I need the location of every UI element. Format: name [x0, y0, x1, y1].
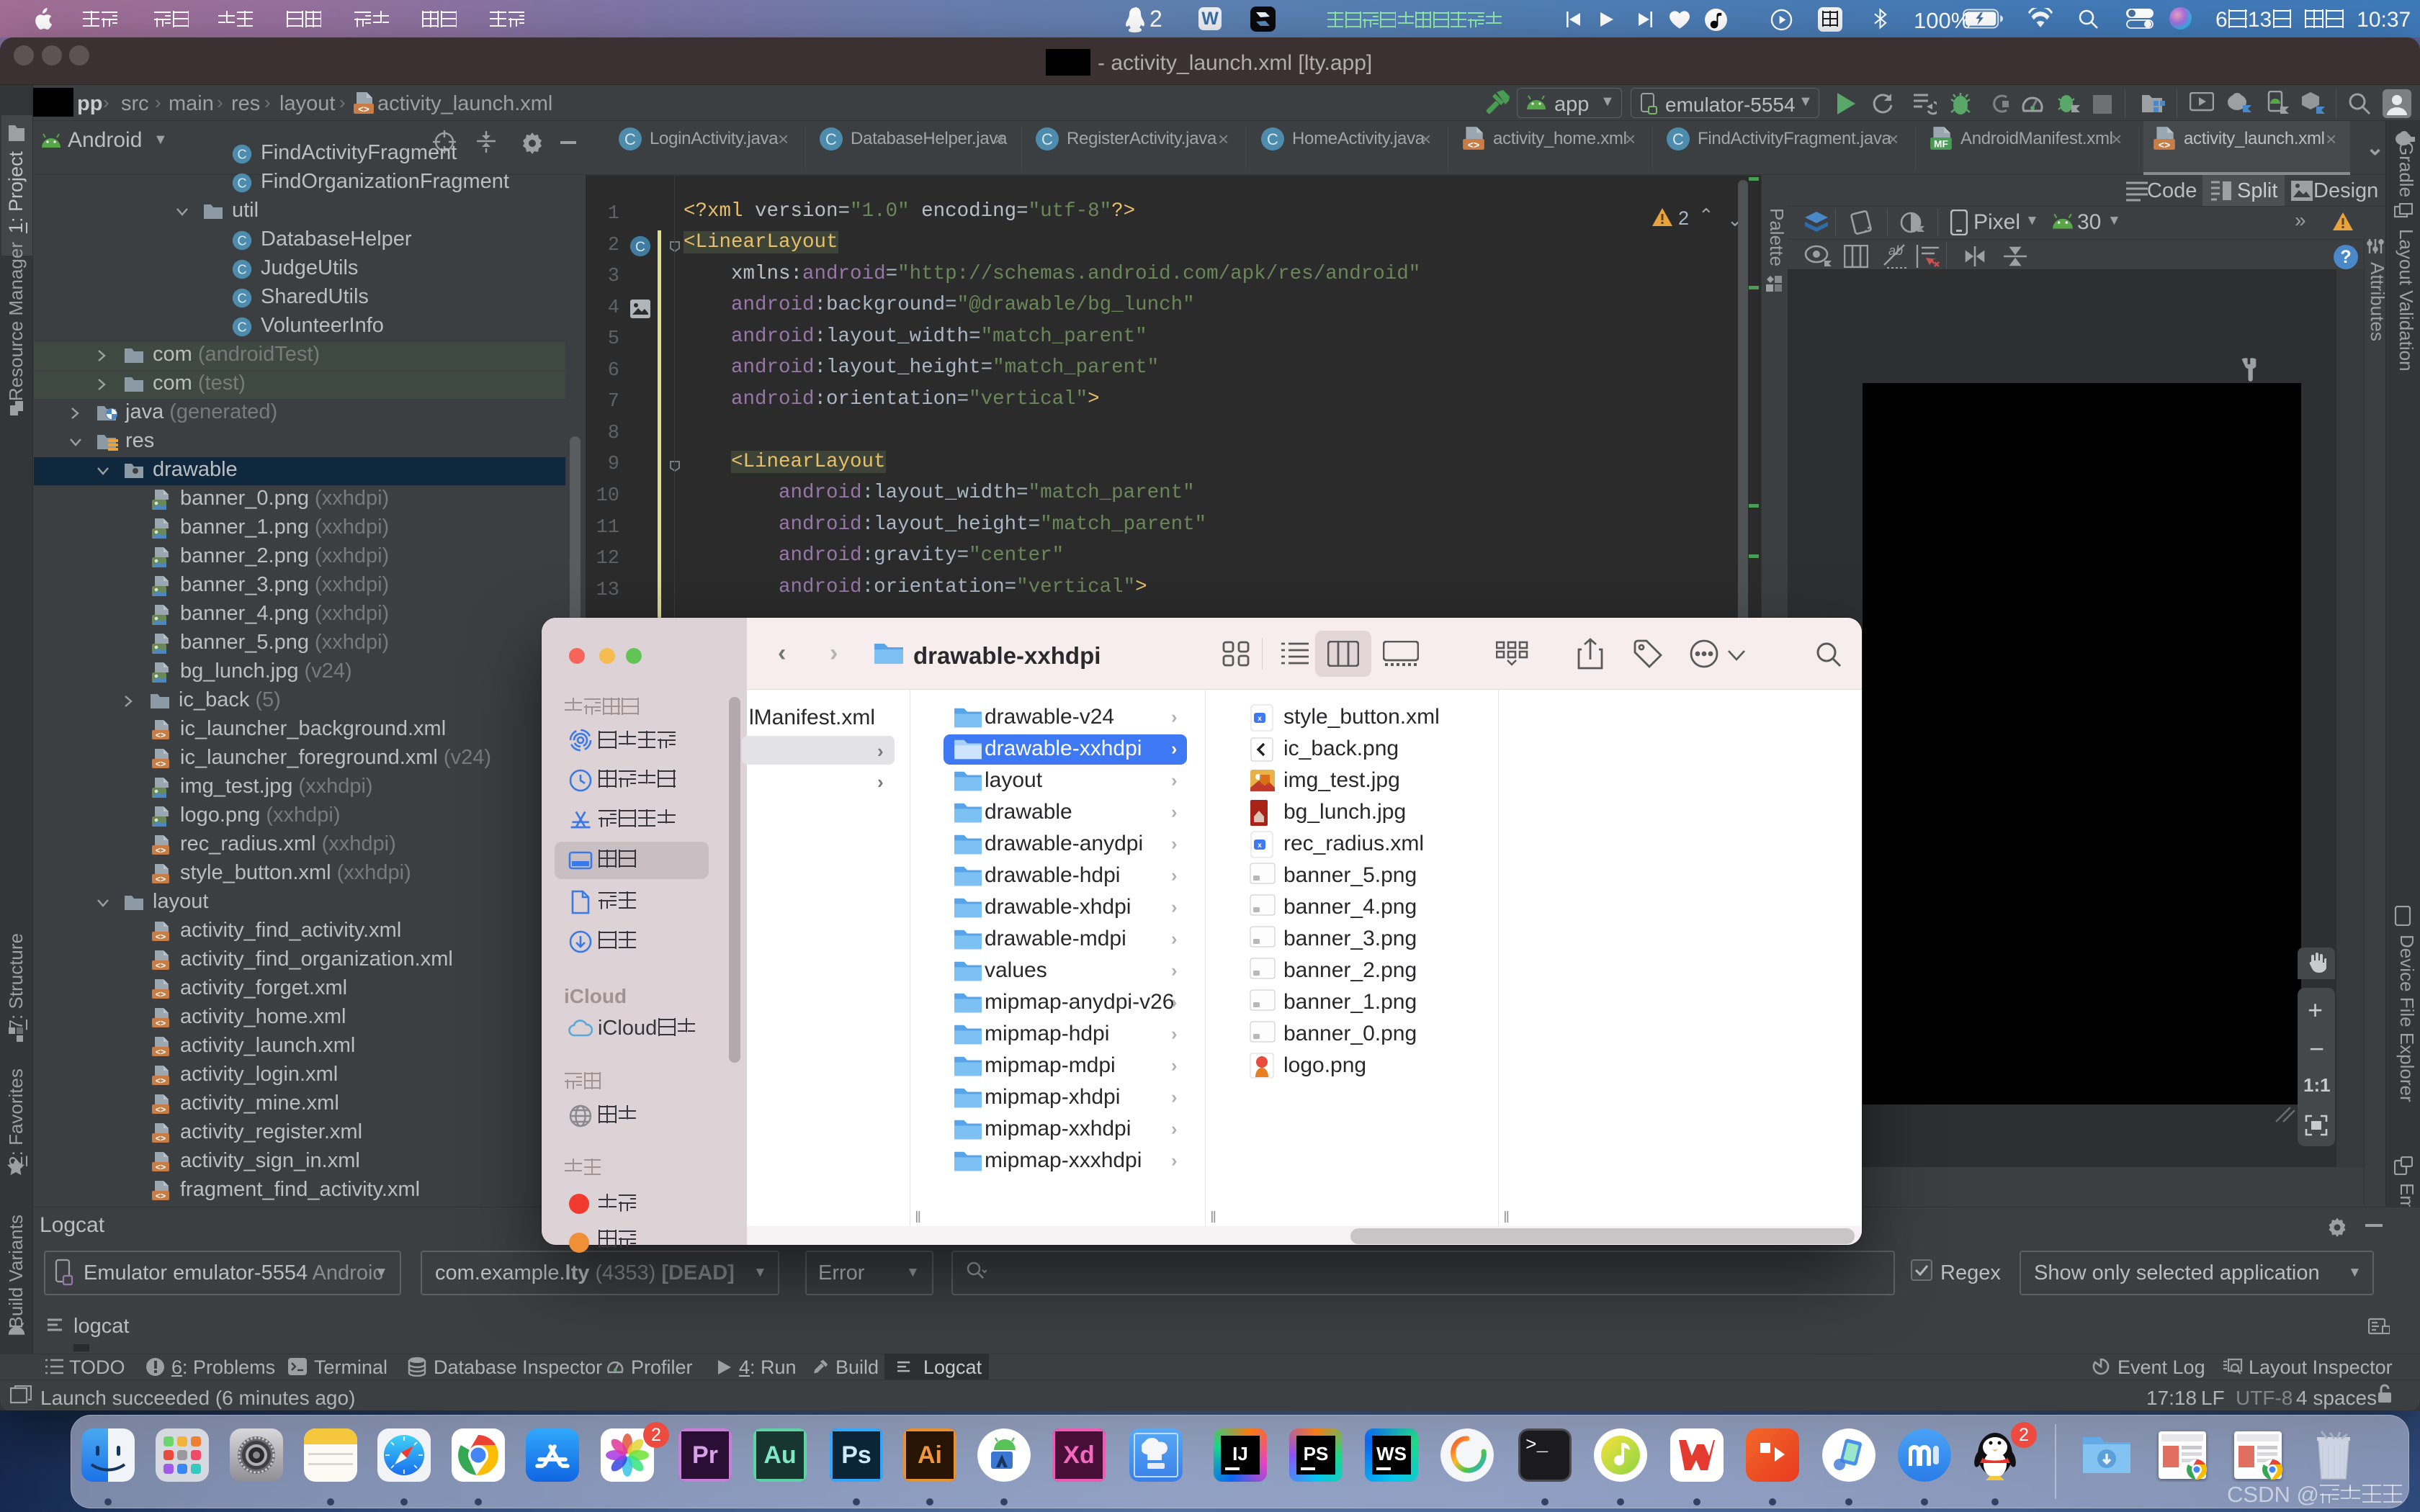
svg-text:C: C	[635, 239, 645, 255]
svg-text:C: C	[237, 263, 246, 277]
svg-text:ab: ab	[1888, 243, 1903, 258]
svg-text:<>: <>	[156, 1048, 166, 1058]
svg-text:<>: <>	[2159, 141, 2171, 151]
svg-text:<>: <>	[156, 760, 166, 770]
svg-text:C: C	[237, 176, 246, 191]
svg-text:C: C	[237, 292, 246, 306]
svg-text:<>: <>	[156, 1019, 166, 1029]
svg-text:C: C	[1041, 130, 1053, 148]
svg-text:C: C	[237, 148, 246, 162]
svg-text:<>: <>	[156, 1192, 166, 1202]
svg-text:<>: <>	[1468, 141, 1480, 151]
svg-text:<>: <>	[156, 961, 166, 971]
svg-text:<>: <>	[156, 875, 166, 885]
svg-text:<>: <>	[156, 731, 166, 741]
svg-text:<>: <>	[156, 1076, 166, 1086]
svg-text:<>: <>	[156, 932, 166, 942]
svg-text:C: C	[624, 130, 636, 148]
svg-text:<>: <>	[156, 1163, 166, 1173]
svg-text:MF: MF	[1934, 139, 1948, 150]
svg-text:C: C	[825, 130, 837, 148]
svg-text:<>: <>	[358, 104, 369, 115]
svg-text:C: C	[237, 234, 246, 248]
svg-text:x: x	[1258, 842, 1262, 850]
svg-text:C: C	[237, 320, 246, 335]
svg-text:C: C	[1672, 130, 1684, 148]
svg-text:<>: <>	[156, 1105, 166, 1115]
svg-text:<>: <>	[156, 990, 166, 1000]
svg-text:<>: <>	[156, 846, 166, 856]
svg-text:x: x	[1258, 715, 1262, 723]
svg-text:<>: <>	[156, 1134, 166, 1144]
svg-text:C: C	[1267, 130, 1278, 148]
